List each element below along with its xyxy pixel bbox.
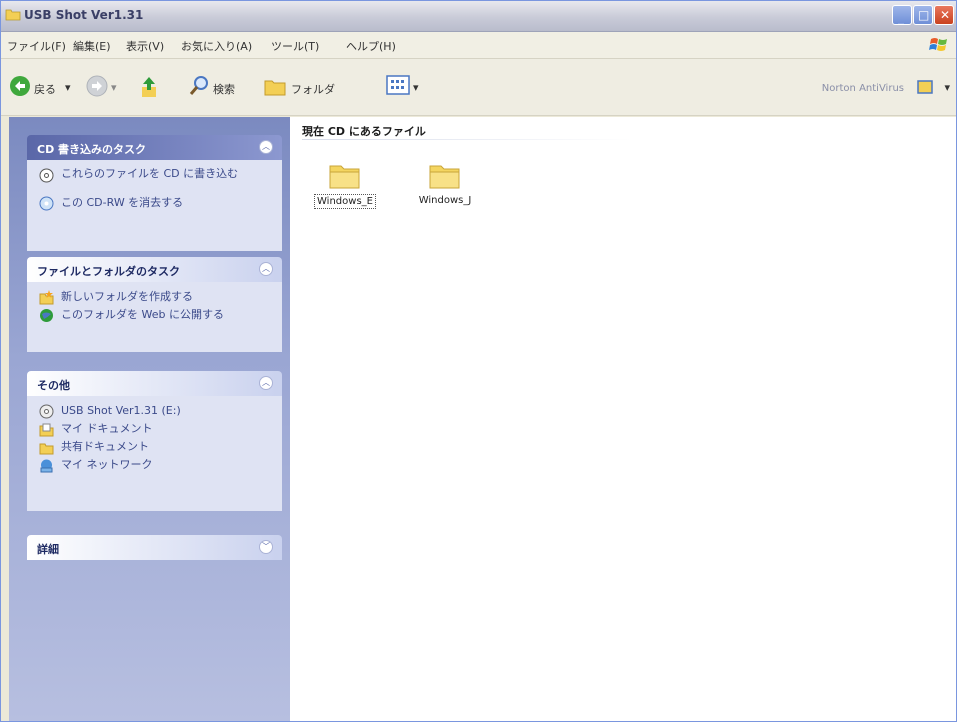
task-erase-cdrw[interactable]: この CD-RW を消去する — [39, 195, 274, 213]
task-label: これらのファイルを CD に書き込む — [61, 167, 239, 180]
task-label: 共有ドキュメント — [61, 440, 149, 453]
search-icon — [189, 76, 208, 95]
collapse-icon[interactable]: ︿ — [259, 262, 273, 276]
folders-label: フォルダ — [291, 83, 335, 96]
panel-title: CD 書き込みのタスク — [37, 143, 147, 156]
explorer-window: USB Shot Ver1.31 _ □ ✕ ファイル(F) 編集(E) 表示(… — [0, 0, 957, 722]
task-publish-web[interactable]: このフォルダを Web に公開する — [39, 307, 274, 325]
task-new-folder[interactable]: 新しいフォルダを作成する — [39, 289, 274, 307]
panel-body: USB Shot Ver1.31 (E:) マイ ドキュメント 共有ドキュメント… — [27, 396, 282, 511]
new-folder-icon — [39, 290, 54, 305]
menu-favorites[interactable]: お気に入り(A) — [181, 38, 252, 54]
panel-header[interactable]: 詳細 ﹀ — [27, 535, 282, 560]
file-folder-tasks-panel: ファイルとフォルダのタスク ︿ 新しいフォルダを作成する このフォルダを Web… — [27, 257, 282, 352]
folder-item[interactable]: Windows_J — [410, 161, 480, 207]
place-my-documents[interactable]: マイ ドキュメント — [39, 421, 274, 439]
task-pane: CD 書き込みのタスク ︿ これらのファイルを CD に書き込む この CD-R… — [9, 117, 290, 721]
menu-tools[interactable]: ツール(T) — [271, 38, 319, 54]
network-icon — [40, 459, 53, 473]
place-usb-drive[interactable]: USB Shot Ver1.31 (E:) — [39, 403, 274, 421]
details-panel: 詳細 ﹀ — [27, 535, 282, 560]
globe-icon — [40, 309, 53, 322]
menu-file[interactable]: ファイル(F) — [7, 38, 66, 54]
title-bar[interactable]: USB Shot Ver1.31 _ □ ✕ — [1, 1, 956, 32]
expand-icon[interactable]: ﹀ — [259, 540, 273, 554]
place-my-network[interactable]: マイ ネットワーク — [39, 457, 274, 475]
panel-header[interactable]: その他 ︿ — [27, 371, 282, 396]
erase-cd-icon — [39, 196, 54, 211]
panel-header[interactable]: CD 書き込みのタスク ︿ — [27, 135, 282, 160]
task-write-to-cd[interactable]: これらのファイルを CD に書き込む — [39, 167, 274, 195]
menu-view[interactable]: 表示(V) — [126, 38, 164, 54]
place-shared-documents[interactable]: 共有ドキュメント — [39, 439, 274, 457]
folder-icon — [5, 9, 21, 21]
views-icon — [386, 75, 410, 95]
collapse-icon[interactable]: ︿ — [259, 376, 273, 390]
task-label: 新しいフォルダを作成する — [61, 290, 193, 303]
minimize-icon: _ — [898, 11, 904, 25]
panel-body: 新しいフォルダを作成する このフォルダを Web に公開する — [27, 282, 282, 352]
menu-help[interactable]: ヘルプ(H) — [346, 38, 396, 54]
window-title: USB Shot Ver1.31 — [24, 8, 144, 22]
back-arrow-icon — [10, 76, 30, 96]
panel-title: その他 — [37, 379, 70, 392]
other-places-panel: その他 ︿ USB Shot Ver1.31 (E:) マイ ドキュメント 共有… — [27, 371, 282, 511]
task-label: この CD-RW を消去する — [61, 196, 184, 209]
panel-title: 詳細 — [37, 543, 59, 556]
folders-icon — [264, 80, 286, 96]
toolbar: 戻る ▾ ▾ 検索 フォルダ ▾ Norton AntiVirus ▾ — [1, 59, 956, 116]
back-label: 戻る — [34, 83, 56, 96]
cd-tasks-panel: CD 書き込みのタスク ︿ これらのファイルを CD に書き込む この CD-R… — [27, 135, 282, 251]
forward-dropdown-icon[interactable]: ▾ — [111, 81, 117, 94]
panel-title: ファイルとフォルダのタスク — [37, 265, 180, 278]
task-label: USB Shot Ver1.31 (E:) — [61, 404, 181, 417]
section-divider — [302, 139, 632, 140]
menu-bar: ファイル(F) 編集(E) 表示(V) お気に入り(A) ツール(T) ヘルプ(… — [1, 32, 956, 59]
task-label: マイ ネットワーク — [61, 458, 153, 471]
folder-icon — [429, 165, 460, 189]
maximize-icon: □ — [918, 8, 930, 22]
folder-icon — [329, 165, 360, 189]
cd-drive-icon — [39, 404, 54, 419]
task-label: このフォルダを Web に公開する — [61, 308, 224, 321]
windows-logo-icon — [929, 38, 947, 51]
norton-antivirus-label[interactable]: Norton AntiVirus — [822, 83, 904, 94]
panel-body: これらのファイルを CD に書き込む この CD-RW を消去する — [27, 160, 282, 251]
search-label: 検索 — [213, 83, 235, 96]
section-title: 現在 CD にあるファイル — [302, 125, 426, 138]
norton-shield-icon[interactable] — [916, 78, 934, 96]
panel-header[interactable]: ファイルとフォルダのタスク ︿ — [27, 257, 282, 282]
back-dropdown-icon[interactable]: ▾ — [65, 81, 71, 94]
menu-edit[interactable]: 編集(E) — [73, 38, 111, 54]
close-button[interactable]: ✕ — [934, 5, 954, 25]
collapse-icon[interactable]: ︿ — [259, 140, 273, 154]
close-icon: ✕ — [940, 8, 951, 22]
norton-dropdown-icon[interactable]: ▾ — [944, 81, 950, 94]
file-view[interactable]: 現在 CD にあるファイル Windows_E Windows_J — [290, 117, 956, 721]
up-folder-icon[interactable] — [138, 75, 160, 99]
shared-documents-icon — [39, 443, 54, 455]
folder-item[interactable]: Windows_E — [310, 161, 380, 209]
task-label: マイ ドキュメント — [61, 422, 153, 435]
views-dropdown-icon: ▾ — [413, 81, 419, 94]
forward-arrow-icon[interactable] — [86, 75, 108, 97]
maximize-button[interactable]: □ — [913, 5, 933, 25]
minimize-button[interactable]: _ — [892, 5, 912, 25]
my-documents-icon — [39, 423, 54, 437]
folder-label: Windows_E — [314, 194, 376, 209]
cd-write-icon — [39, 168, 54, 183]
folder-label: Windows_J — [418, 195, 472, 206]
